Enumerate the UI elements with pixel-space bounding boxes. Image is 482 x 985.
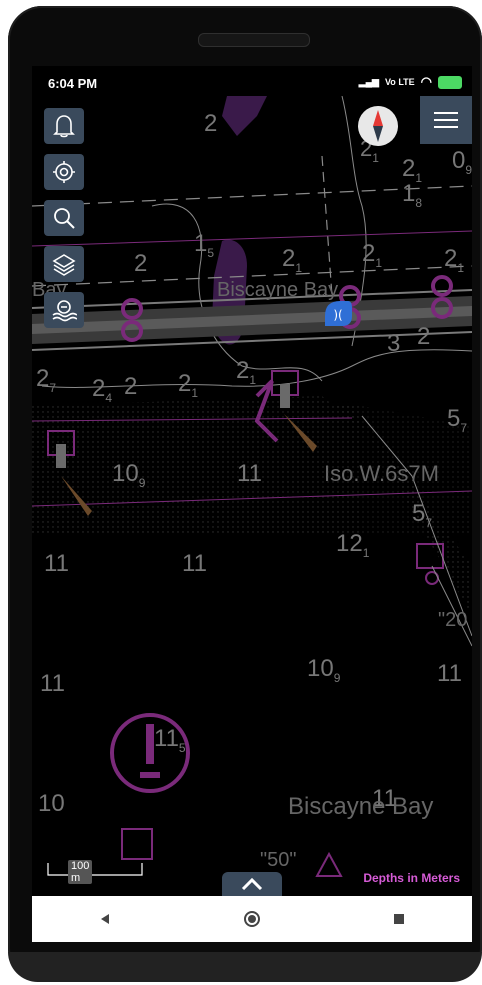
vessel-position-marker[interactable]: )( bbox=[325, 301, 352, 326]
sounding: 21 bbox=[362, 240, 382, 270]
sounding: 57 bbox=[447, 405, 467, 435]
menu-button[interactable] bbox=[420, 96, 472, 144]
hamburger-icon-line bbox=[434, 126, 458, 128]
sounding: 11 bbox=[44, 550, 69, 577]
home-circle-icon bbox=[243, 911, 260, 927]
sounding: 2 bbox=[417, 323, 430, 350]
battery-icon bbox=[438, 75, 462, 89]
sounding: 2 bbox=[204, 110, 217, 137]
magenta-line bbox=[32, 230, 472, 247]
place-name: Biscayne Bay bbox=[288, 793, 433, 820]
sounding: 109 bbox=[307, 655, 341, 685]
volte-icon: Vo LTE bbox=[384, 77, 415, 87]
back-button[interactable] bbox=[75, 896, 135, 942]
back-triangle-icon bbox=[101, 914, 110, 924]
sounding: 24 bbox=[92, 375, 112, 405]
status-icons: ▂▄▆ Vo LTE ◠ bbox=[359, 74, 462, 90]
layers-button[interactable] bbox=[44, 246, 84, 282]
light-characteristic: Iso.W.6s7M bbox=[324, 461, 439, 486]
hamburger-icon bbox=[434, 112, 458, 114]
wifi-icon: ◠ bbox=[420, 74, 432, 89]
compass-icon bbox=[373, 110, 383, 142]
alarm-button[interactable] bbox=[44, 108, 84, 144]
shoal-area-main bbox=[32, 406, 362, 536]
expand-panel-button[interactable] bbox=[222, 872, 282, 896]
sounding: 15 bbox=[194, 230, 214, 260]
svg-text:)(: )( bbox=[333, 308, 342, 322]
speaker-grill bbox=[198, 33, 310, 47]
sounding: 11 bbox=[237, 460, 262, 487]
depth-shading-button[interactable] bbox=[44, 292, 84, 328]
chevron-up-icon bbox=[241, 877, 263, 891]
sounding: 21 bbox=[236, 357, 256, 387]
sounding: 2 bbox=[124, 373, 137, 400]
recents-square-icon bbox=[393, 914, 404, 924]
scale-label: 100 m bbox=[68, 860, 93, 884]
bell-icon bbox=[53, 115, 75, 138]
sounding: 2 bbox=[134, 250, 147, 277]
search-icon bbox=[54, 208, 75, 229]
sounding: 27 bbox=[36, 365, 56, 395]
screen: )( 2 21 21 18 09 15 2 21 21 21 27 24 2 2… bbox=[32, 66, 472, 942]
sounding: 10 bbox=[38, 790, 65, 817]
depth-icon bbox=[52, 300, 77, 322]
bearing-label: "20 bbox=[438, 609, 467, 631]
search-button[interactable] bbox=[44, 200, 84, 236]
status-time: 6:04 PM bbox=[48, 76, 98, 91]
home-button[interactable] bbox=[222, 896, 282, 942]
bearing-label: "50" bbox=[260, 849, 296, 871]
sounding: 09 bbox=[452, 147, 472, 177]
sounding: 21 bbox=[282, 245, 302, 275]
depth-contour-dashed bbox=[321, 155, 333, 297]
sounding: 11 bbox=[182, 550, 207, 577]
recents-button[interactable] bbox=[369, 896, 429, 942]
gps-button[interactable] bbox=[44, 154, 84, 190]
hamburger-icon-line bbox=[434, 119, 458, 121]
depth-units-label: Depths in Meters bbox=[363, 871, 460, 885]
system-nav-bar bbox=[32, 896, 472, 942]
sounding: 11 bbox=[40, 670, 65, 697]
layers-icon bbox=[52, 254, 76, 276]
sounding: 21 bbox=[444, 245, 464, 275]
compass-button[interactable] bbox=[358, 106, 398, 146]
beacon-symbol[interactable] bbox=[121, 828, 153, 860]
sounding: 11 bbox=[437, 660, 462, 687]
bottom-bezel bbox=[8, 952, 482, 982]
phone-frame: )( 2 21 21 18 09 15 2 21 21 21 27 24 2 2… bbox=[8, 6, 482, 982]
signal-icon: ▂▄▆ bbox=[358, 76, 379, 87]
place-name: Biscayne Bay bbox=[217, 279, 338, 301]
nautical-chart[interactable]: )( 2 21 21 18 09 15 2 21 21 21 27 24 2 2… bbox=[32, 96, 472, 896]
locate-icon bbox=[53, 161, 75, 183]
island-shape bbox=[222, 96, 267, 136]
beacon-symbol[interactable] bbox=[315, 851, 343, 877]
status-bar: 6:04 PM ▂▄▆ Vo LTE ◠ bbox=[32, 66, 472, 96]
sounding: 3 bbox=[387, 330, 400, 357]
